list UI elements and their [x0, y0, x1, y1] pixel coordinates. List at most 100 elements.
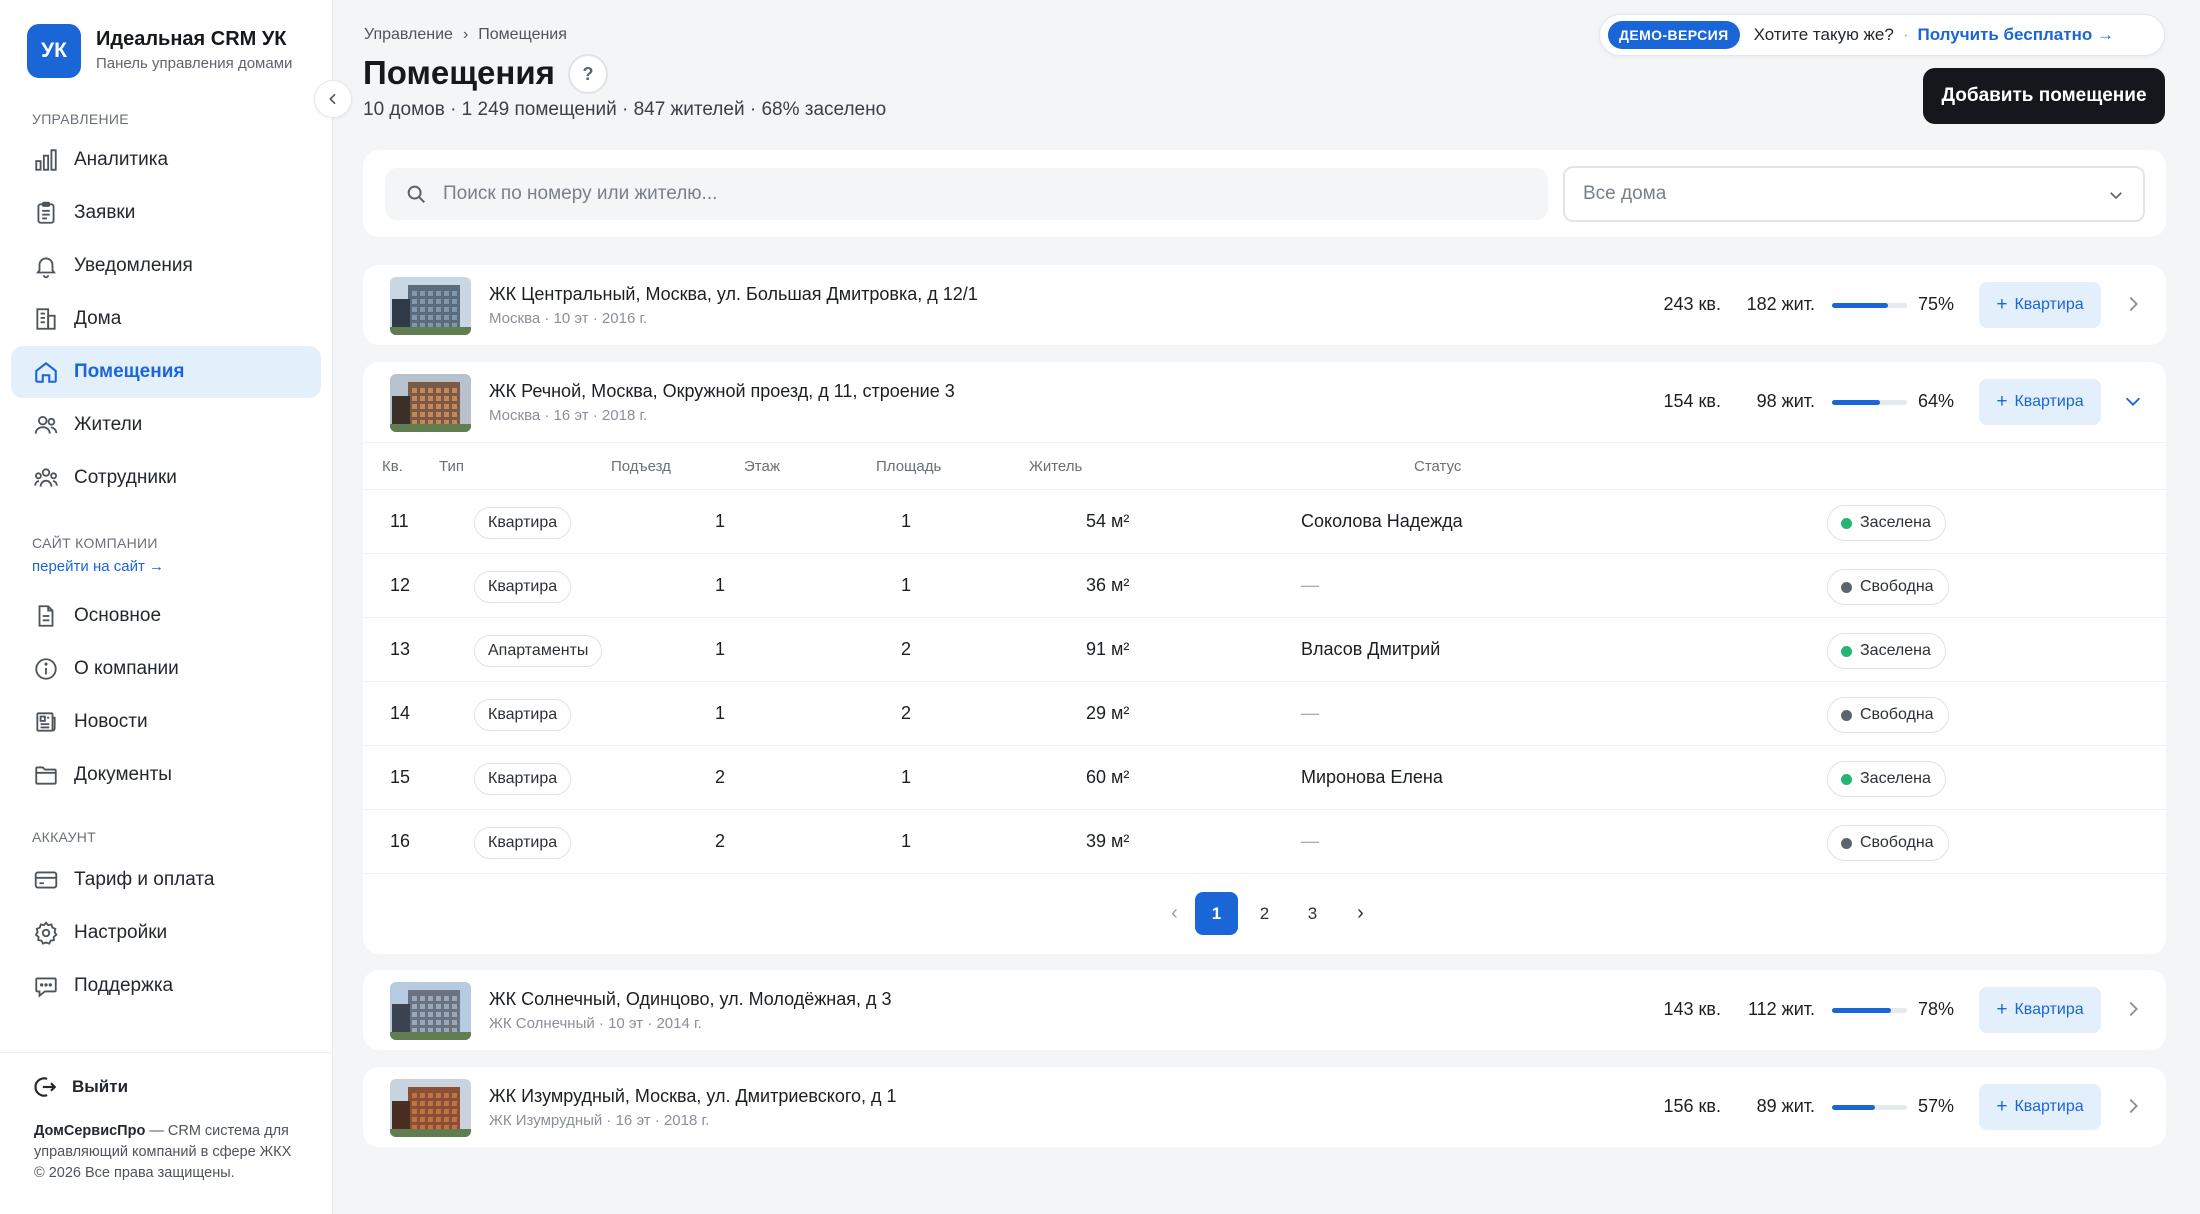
demo-badge: ДЕМО-ВЕРСИЯ [1608, 21, 1740, 49]
add-apartment-label: Квартира [2014, 393, 2084, 410]
section-site: САЙТ КОМПАНИИ [32, 535, 158, 551]
table-row[interactable]: 11 Квартира 1 1 54 м² Соколова Надежда Заселен… [363, 490, 2166, 554]
house-residents-count: 98 жит. [1756, 391, 1815, 411]
house-photo [390, 1079, 471, 1137]
chevron-down-icon[interactable] [2122, 390, 2144, 412]
add-apartment-button[interactable]: + Квартира [1979, 987, 2101, 1033]
occupancy-bar [1832, 303, 1907, 308]
house-card[interactable]: ЖК Речной, Москва, Окружной проезд, д 11… [363, 362, 2166, 954]
sidebar-item-label: Уведомления [74, 255, 193, 276]
team-icon [34, 468, 58, 487]
house-photo [390, 982, 471, 1040]
help-button[interactable]: ? [568, 54, 608, 94]
sidebar-item-label: Поддержка [74, 975, 174, 996]
go-to-site-link[interactable]: перейти на сайт → [32, 558, 164, 575]
page-button-2[interactable]: 2 [1243, 892, 1286, 935]
house-select[interactable]: Все дома [1563, 166, 2145, 222]
sidebar-item-main[interactable]: Основное [11, 590, 321, 642]
add-premises-button[interactable]: Добавить помещение [1923, 68, 2165, 124]
unit-floor: 1 [901, 831, 912, 851]
column-header[interactable]: Этаж [744, 458, 780, 475]
house-units-count: 154 кв. [1663, 391, 1721, 411]
page-button-3[interactable]: 3 [1291, 892, 1334, 935]
plus-icon: + [1996, 999, 2008, 1020]
sidebar-item-analytics[interactable]: Аналитика [11, 134, 321, 186]
sidebar-item-houses[interactable]: Дома [11, 293, 321, 345]
house-thumbnail [390, 277, 471, 335]
sidebar-item-premises[interactable]: Помещения [11, 346, 321, 398]
collapse-sidebar-button[interactable] [314, 80, 352, 118]
table-row[interactable]: 15 Квартира 2 1 60 м² Миронова Елена Заселена [363, 746, 2166, 810]
logout-button[interactable]: Выйти [32, 1074, 128, 1100]
sidebar-item-documents[interactable]: Документы [11, 749, 321, 801]
unit-entrance: 2 [715, 767, 726, 787]
sidebar-item-settings[interactable]: Настройки [11, 907, 321, 959]
search-icon [407, 185, 425, 203]
column-header[interactable]: Житель [1029, 458, 1082, 475]
column-header[interactable]: Подъезд [611, 458, 671, 475]
chat-icon [35, 977, 57, 998]
prev-page-button[interactable]: ‹ [1153, 892, 1196, 935]
unit-floor: 2 [901, 639, 912, 659]
house-header[interactable]: ЖК Солнечный, Одинцово, ул. Молодёжная, … [363, 970, 2166, 1050]
demo-banner: ДЕМО-ВЕРСИЯ Хотите такую же? · Получить … [1599, 14, 2165, 56]
unit-area: 60 м² [1086, 767, 1130, 787]
chevron-left-icon [329, 93, 336, 105]
unit-area: 36 м² [1086, 575, 1130, 595]
column-header[interactable]: Кв. [382, 458, 403, 475]
house-meta: ЖК Изумрудный · 16 эт · 2018 г. [489, 1112, 710, 1129]
get-free-link[interactable]: Получить бесплатно → [1918, 25, 2114, 45]
unit-resident: — [1301, 831, 1319, 851]
units-table: Кв. Тип Подъезд Этаж Площадь Житель Статус 11 Кв… [363, 442, 2166, 954]
sidebar-item-about[interactable]: О компании [11, 643, 321, 695]
sidebar-item-support[interactable]: Поддержка [11, 960, 321, 1012]
info-icon [35, 658, 57, 680]
house-header[interactable]: ЖК Центральный, Москва, ул. Большая Дмит… [363, 265, 2166, 345]
house-header[interactable]: ЖК Изумрудный, Москва, ул. Дмитриевского… [363, 1067, 2166, 1147]
sidebar-item-billing[interactable]: Тариф и оплата [11, 854, 321, 906]
sidebar-item-notifications[interactable]: Уведомления [11, 240, 321, 292]
column-header[interactable]: Тип [439, 458, 464, 475]
house-header[interactable]: ЖК Речной, Москва, Окружной проезд, д 11… [363, 362, 2166, 442]
house-card[interactable]: ЖК Изумрудный, Москва, ул. Дмитриевского… [363, 1067, 2166, 1147]
house-title: ЖК Изумрудный, Москва, ул. Дмитриевского… [489, 1086, 897, 1106]
plus-icon: + [1996, 391, 2008, 412]
sidebar-item-requests[interactable]: Заявки [11, 187, 321, 239]
unit-type-chip: Квартира [474, 507, 572, 539]
unit-resident[interactable]: Соколова Надежда [1301, 511, 1463, 532]
column-header[interactable]: Площадь [876, 458, 941, 475]
unit-number: 11 [390, 511, 409, 531]
chevron-right-icon[interactable] [2122, 998, 2144, 1020]
chevron-right-icon[interactable] [2122, 293, 2144, 315]
table-row[interactable]: 14 Квартира 1 2 29 м² — Свободна [363, 682, 2166, 746]
table-row[interactable]: 13 Апартаменты 1 2 91 м² Власов Дмитрий Заселе… [363, 618, 2166, 682]
sidebar-item-residents[interactable]: Жители [11, 399, 321, 451]
building-icon [36, 308, 56, 330]
pagination: ‹ 1 2 3 › [363, 874, 2166, 954]
house-card[interactable]: ЖК Солнечный, Одинцово, ул. Молодёжная, … [363, 970, 2166, 1050]
house-thumbnail [390, 374, 471, 432]
brand-name: Идеальная CRM УК [96, 28, 287, 50]
search-input[interactable]: Поиск по номеру или жителю... [385, 168, 1548, 220]
chevron-right-icon[interactable] [2122, 1095, 2144, 1117]
breadcrumb-item-manage[interactable]: Управление [364, 26, 453, 44]
occupancy-percent: 64% [1918, 391, 1955, 411]
unit-resident: — [1301, 575, 1319, 595]
unit-number: 15 [390, 767, 411, 787]
unit-entrance: 2 [715, 831, 726, 851]
sidebar-item-news[interactable]: Новости [11, 696, 321, 748]
add-apartment-button[interactable]: + Квартира [1979, 379, 2101, 425]
page-button-1[interactable]: 1 [1195, 892, 1238, 935]
unit-resident[interactable]: Власов Дмитрий [1301, 639, 1440, 660]
table-row[interactable]: 16 Квартира 2 1 39 м² — Свободна [363, 810, 2166, 874]
add-apartment-button[interactable]: + Квартира [1979, 1084, 2101, 1130]
table-row[interactable]: 12 Квартира 1 1 36 м² — Свободна [363, 554, 2166, 618]
next-page-button[interactable]: › [1339, 892, 1382, 935]
house-card[interactable]: ЖК Центральный, Москва, ул. Большая Дмит… [363, 265, 2166, 345]
add-apartment-button[interactable]: + Квартира [1979, 282, 2101, 328]
sidebar-item-staff[interactable]: Сотрудники [11, 452, 321, 504]
unit-resident[interactable]: Миронова Елена [1301, 767, 1443, 788]
footer-brand: ДомСервисПро [34, 1123, 146, 1139]
column-header[interactable]: Статус [1414, 458, 1461, 475]
bell-icon [36, 257, 56, 279]
